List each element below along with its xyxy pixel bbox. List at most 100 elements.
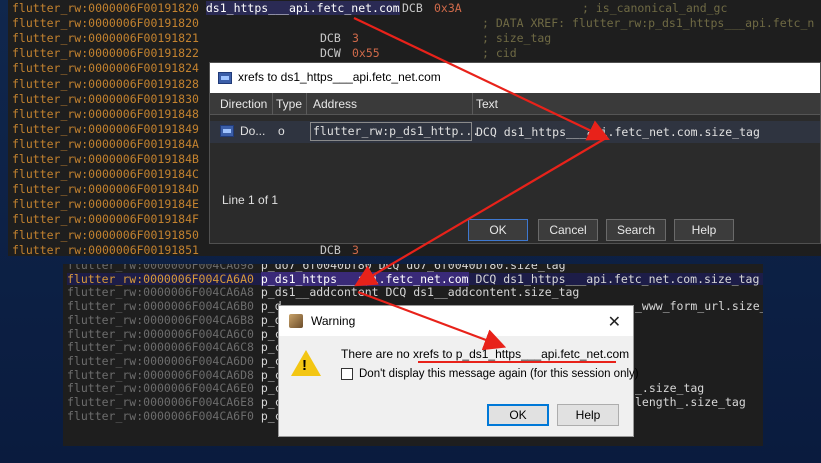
line-address: flutter_rw:0000006F00191820: [12, 16, 199, 31]
line-address: flutter_rw:0000006F004CA6D0: [67, 353, 254, 368]
line-address: flutter_rw:0000006F0019184E: [12, 197, 199, 212]
line-text-right: _www_form_url.size_t: [635, 299, 763, 314]
line-address: flutter_rw:0000006F0019184F: [12, 212, 199, 227]
warning-exclamation: !: [302, 357, 307, 374]
line-address: flutter_rw:0000006F00191828: [12, 76, 199, 91]
line-address: flutter_rw:0000006F004CA6F0: [67, 408, 254, 423]
disasm-line[interactable]: flutter_rw:0000006F004CA6C8 p_c: [67, 341, 282, 354]
disasm-line[interactable]: flutter_rw:0000006F00191848: [12, 107, 199, 122]
warning-ok-button[interactable]: OK: [487, 404, 549, 426]
line-address: flutter_rw:0000006F004CA6A0: [67, 271, 254, 286]
line-operand: 3: [352, 242, 359, 256]
disasm-line[interactable]: flutter_rw:0000006F004CA6A0 p_ds1_https_…: [67, 271, 763, 286]
line-label[interactable]: ds1_https___api.fetc_net.com: [205, 1, 400, 15]
line-operand: 0x55: [352, 46, 380, 61]
disasm-line[interactable]: flutter_rw:0000006F00191830: [12, 92, 199, 107]
line-comment: ; is_canonical_and_gc: [582, 1, 728, 15]
column-text[interactable]: Text: [476, 97, 498, 112]
disasm-line[interactable]: flutter_rw:0000006F00191822 DCW 0x55 ; cid: [12, 46, 517, 61]
line-operand: 0x3A: [434, 1, 462, 15]
disasm-line[interactable]: flutter_rw:0000006F004CA698 p_do7_6f0040…: [67, 264, 566, 272]
disasm-line[interactable]: flutter_rw:0000006F00191824: [12, 61, 199, 76]
disasm-line[interactable]: flutter_rw:0000006F0019184F: [12, 212, 199, 227]
dont-show-again-checkbox[interactable]: [341, 368, 353, 380]
search-button[interactable]: Search: [606, 219, 666, 241]
column-divider: [472, 93, 473, 115]
line-address: flutter_rw:0000006F004CA6C0: [67, 326, 254, 341]
xref-address-cell[interactable]: flutter_rw:p_ds1_http...: [310, 122, 479, 141]
line-opcode: DCB: [320, 242, 341, 256]
line-text: p_ds1__addcontent DCQ ds1__addcontent.si…: [260, 285, 580, 300]
disasm-line[interactable]: flutter_rw:0000006F004CA6D8 p_c: [67, 367, 282, 382]
disasm-line[interactable]: flutter_rw:0000006F00191850: [12, 228, 199, 243]
xref-type: o: [278, 124, 285, 138]
cancel-button[interactable]: Cancel: [538, 219, 598, 241]
line-address: flutter_rw:0000006F00191830: [12, 91, 199, 106]
xrefs-dialog-titlebar[interactable]: xrefs to ds1_https___api.fetc_net.com: [210, 63, 820, 93]
warning-message: There are no xrefs to p_ds1_https___api.…: [341, 347, 630, 361]
disasm-line[interactable]: flutter_rw:0000006F0019184B: [12, 152, 199, 167]
xrefs-table-header: Direction Type Address Text: [210, 93, 820, 115]
screenshot-frame: flutter_rw:0000006F00191820 ds1_https___…: [0, 0, 821, 463]
line-address: flutter_rw:0000006F004CA6D8: [67, 367, 254, 382]
line-address: flutter_rw:0000006F0019184B: [12, 152, 199, 166]
disasm-line[interactable]: flutter_rw:0000006F004CA6F0 p_c: [67, 408, 282, 423]
column-direction[interactable]: Direction: [220, 97, 267, 112]
disasm-line[interactable]: flutter_rw:0000006F0019184C: [12, 167, 199, 182]
line-address: flutter_rw:0000006F00191820: [12, 1, 199, 15]
disasm-line[interactable]: flutter_rw:0000006F00191849: [12, 122, 199, 137]
xrefs-dialog: xrefs to ds1_https___api.fetc_net.com Di…: [209, 62, 821, 244]
disasm-line[interactable]: flutter_rw:0000006F00191821 DCB 3 ; size_ta…: [12, 31, 551, 46]
line-comment: ; size_tag: [482, 31, 552, 46]
disasm-line[interactable]: flutter_rw:0000006F00191820 ds1_https___…: [12, 1, 727, 16]
line-opcode: DCB: [402, 1, 423, 15]
ok-button[interactable]: OK: [468, 219, 528, 241]
disassembly-view-top[interactable]: flutter_rw:0000006F00191820 ds1_https___…: [8, 0, 821, 256]
line-label[interactable]: p_ds1_https___api.fetc_net.com: [260, 271, 469, 286]
xref-direction: Do...: [240, 124, 266, 138]
ida-app-icon: [218, 72, 232, 84]
disasm-line[interactable]: flutter_rw:0000006F004CA6B0 p_d _www_form…: [67, 299, 763, 314]
warning-help-button[interactable]: Help: [557, 404, 619, 426]
xrefs-dialog-title: xrefs to ds1_https___api.fetc_net.com: [238, 70, 441, 85]
disasm-line[interactable]: flutter_rw:0000006F0019184D: [12, 182, 199, 197]
warning-dialog-title: Warning: [311, 314, 356, 328]
line-address: flutter_rw:0000006F00191824: [12, 61, 199, 76]
warning-dialog-titlebar[interactable]: Warning ✕: [279, 306, 633, 336]
line-text-right: _.size_tag: [635, 381, 705, 396]
column-address[interactable]: Address: [313, 97, 357, 112]
disasm-line[interactable]: flutter_rw:0000006F0019184A: [12, 137, 199, 152]
disasm-line[interactable]: flutter_rw:0000006F00191851 DCB 3: [12, 243, 359, 256]
line-opcode: DCW: [320, 46, 341, 61]
xref-direction-icon: [220, 125, 234, 137]
disasm-line[interactable]: flutter_rw:0000006F00191828: [12, 77, 199, 92]
disasm-line[interactable]: flutter_rw:0000006F004CA6E8 p_c length_.s…: [67, 396, 746, 409]
line-opcode: DCB: [320, 31, 341, 46]
disasm-line[interactable]: flutter_rw:0000006F004CA6B8 p_d: [67, 312, 282, 327]
line-address: flutter_rw:0000006F004CA6B0: [67, 299, 254, 314]
line-text-right: length_.size_tag: [635, 395, 746, 409]
disasm-line[interactable]: flutter_rw:0000006F00191820 ; DATA XREF: …: [12, 16, 814, 31]
disasm-line[interactable]: flutter_rw:0000006F004CA6A8 p_ds1__addco…: [67, 286, 579, 299]
xrefs-table-row[interactable]: Do... o flutter_rw:p_ds1_http... DCQ ds1…: [210, 121, 820, 143]
line-address: flutter_rw:0000006F00191848: [12, 106, 199, 121]
close-icon[interactable]: ✕: [608, 312, 621, 332]
line-address: flutter_rw:0000006F0019184C: [12, 167, 199, 182]
dont-show-again-label: Don't display this message again (for th…: [359, 368, 639, 380]
column-divider: [272, 93, 273, 115]
column-type[interactable]: Type: [276, 97, 302, 112]
disasm-line[interactable]: flutter_rw:0000006F004CA6E0 p_c _.size_ta…: [67, 381, 704, 396]
help-button[interactable]: Help: [674, 219, 734, 241]
disasm-line[interactable]: flutter_rw:0000006F004CA6D0 p_c: [67, 353, 282, 368]
disasm-line[interactable]: flutter_rw:0000006F0019184E: [12, 197, 199, 212]
column-divider: [306, 93, 307, 115]
warning-dialog: Warning ✕ ! There are no xrefs to p_ds1_…: [278, 305, 639, 437]
line-address: flutter_rw:0000006F00191850: [12, 227, 199, 242]
line-address: flutter_rw:0000006F004CA6E0: [67, 381, 254, 396]
disasm-line[interactable]: flutter_rw:0000006F004CA6C0 p_c: [67, 326, 282, 341]
xref-text: DCQ ds1_https___api.fetc_net.com.size_ta…: [476, 125, 760, 139]
dont-show-again[interactable]: Don't display this message again (for th…: [341, 368, 639, 380]
ida-logo-icon: [289, 314, 303, 328]
line-address: flutter_rw:0000006F004CA6B8: [67, 312, 254, 327]
line-address: flutter_rw:0000006F00191822: [12, 46, 199, 61]
